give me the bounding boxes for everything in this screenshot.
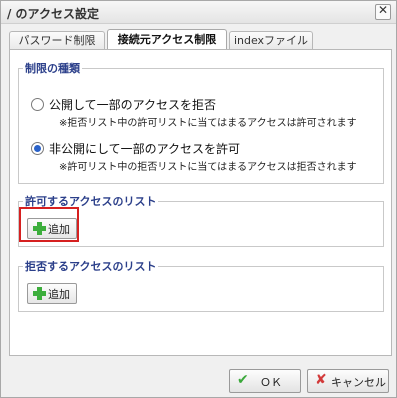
highlight-box bbox=[19, 207, 79, 242]
tab-panel: 制限の種類 公開して一部のアクセスを拒否 ※拒否リスト中の許可リストに当てはまる… bbox=[9, 49, 392, 356]
radio-note: ※許可リスト中の拒否リストに当てはまるアクセスは拒否されます bbox=[59, 162, 357, 173]
close-button[interactable]: ✕ bbox=[375, 3, 391, 20]
tab-source-access-restriction[interactable]: 接続元アクセス制限 bbox=[107, 29, 227, 51]
button-label: キャンセル bbox=[331, 376, 386, 389]
tab-index-file[interactable]: indexファイル bbox=[229, 31, 313, 50]
close-icon: ✕ bbox=[378, 3, 389, 17]
restriction-type-group: 制限の種類 公開して一部のアクセスを拒否 ※拒否リスト中の許可リストに当てはまる… bbox=[18, 60, 384, 184]
tab-label: パスワード制限 bbox=[18, 34, 96, 47]
deny-add-button[interactable]: 追加 bbox=[27, 283, 77, 304]
deny-list-legend: 拒否するアクセスのリスト bbox=[25, 260, 157, 273]
radio-note: ※拒否リスト中の許可リストに当てはまるアクセスは許可されます bbox=[59, 118, 357, 129]
deny-list-group: 拒否するアクセスのリスト 追加 bbox=[18, 258, 384, 312]
tab-label: indexファイル bbox=[233, 34, 309, 47]
restriction-type-legend: 制限の種類 bbox=[25, 62, 80, 75]
ok-button[interactable]: ✔ ＯＫ bbox=[229, 369, 301, 393]
radio-button[interactable] bbox=[31, 98, 44, 111]
tab-password-restriction[interactable]: パスワード制限 bbox=[9, 31, 105, 50]
cancel-x-icon: ✘ bbox=[315, 372, 327, 388]
plus-icon bbox=[33, 287, 46, 300]
dialog-titlebar[interactable]: / のアクセス設定 ✕ bbox=[1, 1, 396, 24]
dialog-title: / のアクセス設定 bbox=[7, 7, 99, 21]
access-settings-dialog: / のアクセス設定 ✕ パスワード制限 接続元アクセス制限 indexファイル … bbox=[0, 0, 397, 398]
button-label: ＯＫ bbox=[260, 376, 282, 389]
radio-label: 非公開にして一部のアクセスを許可 bbox=[49, 142, 241, 156]
cancel-button[interactable]: ✘ キャンセル bbox=[307, 369, 389, 393]
radio-label: 公開して一部のアクセスを拒否 bbox=[49, 98, 217, 112]
button-label: 追加 bbox=[48, 288, 70, 301]
radio-button-checked[interactable] bbox=[31, 142, 44, 155]
check-icon: ✔ bbox=[237, 372, 249, 388]
tab-label: 接続元アクセス制限 bbox=[117, 33, 217, 46]
